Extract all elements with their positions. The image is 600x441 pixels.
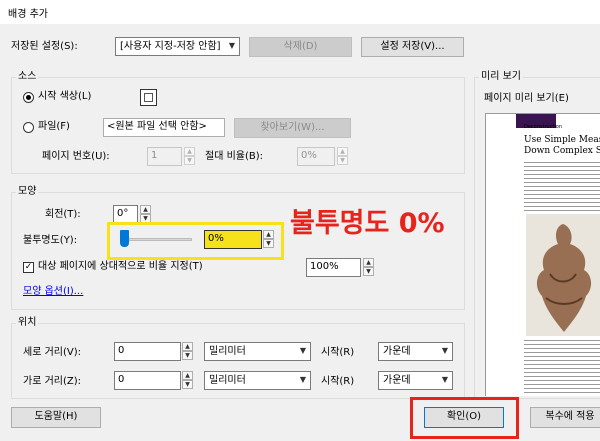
horizontal-distance-spinner[interactable]: ▲ ▼	[182, 371, 193, 390]
save-settings-button[interactable]: 설정 저장(V)...	[361, 37, 464, 57]
opacity-slider-track[interactable]	[120, 238, 192, 241]
delete-button[interactable]: 삭제(D)	[249, 37, 352, 57]
spin-down-icon: ▼	[363, 267, 374, 276]
appearance-group-label: 모양	[16, 186, 39, 198]
preview-title-line1: Use Simple Measu	[524, 135, 600, 145]
absolute-scale-label: 절대 비율(B):	[205, 151, 264, 162]
chevron-down-icon: ▼	[299, 346, 307, 355]
opacity-input[interactable]: 0%	[204, 230, 262, 249]
spin-down-icon: ▼	[184, 156, 195, 165]
spin-up-icon: ▲	[184, 147, 195, 156]
preview-text-block-bottom	[524, 340, 600, 394]
saved-settings-value: [사용자 지정-저장 안함]	[120, 41, 221, 52]
start-color-label: 시작 색상(L)	[38, 91, 92, 102]
vertical-distance-input[interactable]: 0	[114, 342, 181, 361]
relative-scale-spinner[interactable]: ▲ ▼	[363, 258, 374, 277]
spin-down-icon: ▼	[182, 380, 193, 389]
preview-group-label: 미리 보기	[479, 71, 523, 83]
chevron-down-icon: ▼	[228, 41, 236, 50]
page-number-input[interactable]: 1	[147, 147, 182, 166]
spin-up-icon: ▲	[337, 147, 348, 156]
opacity-spinner[interactable]: ▲ ▼	[263, 230, 274, 249]
page-number-spinner[interactable]: ▲ ▼	[184, 147, 195, 166]
rotation-label: 회전(T):	[45, 209, 81, 220]
help-button[interactable]: 도움말(H)	[11, 407, 101, 428]
opacity-annotation-text: 불투명도 0%	[290, 208, 445, 239]
horizontal-from-label: 시작(R)	[321, 376, 355, 387]
chevron-down-icon: ▼	[299, 375, 307, 384]
page-number-label: 페이지 번호(U):	[42, 151, 110, 162]
horizontal-distance-label: 가로 거리(Z):	[23, 376, 82, 387]
absolute-scale-input[interactable]: 0%	[297, 147, 335, 166]
ok-button[interactable]: 확인(O)	[424, 407, 504, 428]
horizontal-from-select[interactable]: 가운데 ▼	[378, 371, 453, 390]
color-swatch-button[interactable]	[140, 89, 157, 106]
preview-title-line2: Down Complex Su	[524, 146, 600, 156]
spin-up-icon: ▲	[263, 230, 274, 239]
vertical-distance-spinner[interactable]: ▲ ▼	[182, 342, 193, 361]
vertical-unit-value: 밀리미터	[209, 346, 246, 357]
appearance-options-link[interactable]: 모양 옵션(I)...	[23, 285, 83, 299]
preview-statue-image	[526, 214, 600, 336]
saved-settings-select[interactable]: [사용자 지정-저장 안함] ▼	[115, 37, 240, 56]
vertical-unit-select[interactable]: 밀리미터 ▼	[204, 342, 311, 361]
chevron-down-icon: ▼	[441, 346, 449, 355]
file-radio[interactable]	[23, 122, 34, 133]
source-group-label: 소스	[16, 71, 39, 83]
page-preview-label: 페이지 미리 보기(E)	[484, 93, 569, 104]
apply-multiple-button[interactable]: 복수에 적용	[530, 407, 600, 428]
preview-kicker: Deconstruction	[524, 124, 563, 130]
vertical-from-value: 가운데	[383, 346, 411, 357]
color-swatch-icon	[144, 93, 153, 102]
relative-scale-input[interactable]: 100%	[306, 258, 361, 277]
vertical-from-label: 시작(R)	[321, 347, 355, 358]
relative-scale-checkbox[interactable]: ✓	[23, 262, 34, 273]
statue-icon	[536, 224, 592, 332]
browse-button[interactable]: 찾아보기(W)...	[234, 118, 351, 138]
opacity-label: 불투명도(Y):	[23, 235, 78, 246]
spin-down-icon: ▼	[337, 156, 348, 165]
file-path-field: <원본 파일 선택 안함>	[103, 118, 225, 137]
chevron-down-icon: ▼	[441, 375, 449, 384]
start-color-radio[interactable]	[23, 92, 34, 103]
file-label: 파일(F)	[38, 121, 70, 132]
horizontal-unit-value: 밀리미터	[209, 375, 246, 386]
title-bar: 배경 추가	[0, 0, 600, 24]
spin-down-icon: ▼	[182, 351, 193, 360]
relative-scale-label: 대상 페이지에 상대적으로 비율 지정(T)	[38, 261, 203, 272]
saved-settings-label: 저장된 설정(S):	[11, 41, 78, 52]
page-preview: Deconstruction Use Simple Measu Down Com…	[485, 113, 600, 396]
vertical-distance-label: 세로 거리(V):	[23, 347, 81, 358]
checkmark-icon: ✓	[24, 262, 33, 272]
spin-up-icon: ▲	[182, 371, 193, 380]
preview-text-block	[524, 162, 600, 212]
spin-down-icon: ▼	[263, 239, 274, 248]
horizontal-from-value: 가운데	[383, 375, 411, 386]
position-group-label: 위치	[16, 317, 39, 329]
spin-up-icon: ▲	[182, 342, 193, 351]
window-title: 배경 추가	[8, 9, 48, 20]
vertical-from-select[interactable]: 가운데 ▼	[378, 342, 453, 361]
opacity-slider-thumb[interactable]	[120, 230, 129, 247]
spin-up-icon: ▲	[363, 258, 374, 267]
horizontal-unit-select[interactable]: 밀리미터 ▼	[204, 371, 311, 390]
spin-up-icon: ▲	[140, 205, 151, 214]
absolute-scale-spinner[interactable]: ▲ ▼	[337, 147, 348, 166]
horizontal-distance-input[interactable]: 0	[114, 371, 181, 390]
